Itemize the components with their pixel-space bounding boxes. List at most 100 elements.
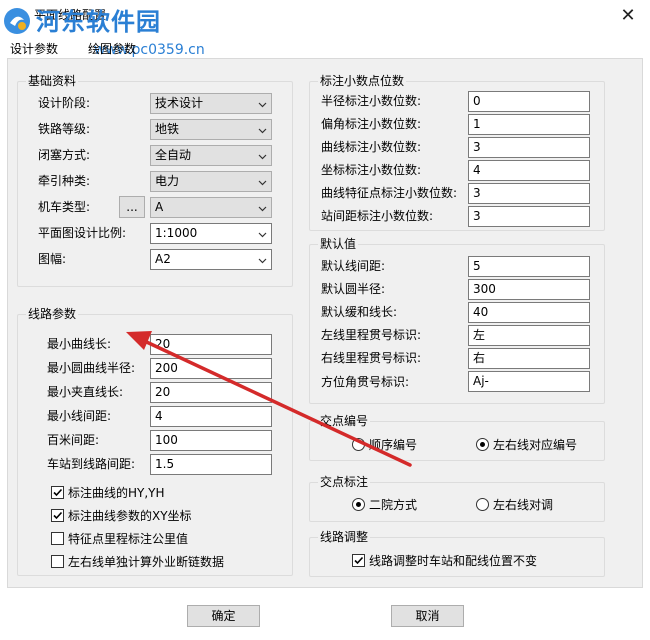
check-mark-hy-yh[interactable]: 标注曲线的HY,YH xyxy=(51,484,165,501)
checkbox-box xyxy=(51,509,64,522)
label-min-line-spacing: 最小线间距: xyxy=(47,409,112,423)
group-route-adjust: 线路调整 线路调整时车站和配线位置不变 xyxy=(309,529,605,577)
check-keep-station-positions-label: 线路调整时车站和配线位置不变 xyxy=(369,554,538,568)
locomotive-select[interactable]: A xyxy=(150,197,272,218)
feature-decimals-input[interactable]: 3 xyxy=(468,183,590,204)
label-azimuth-id: 方位角贯号标识: xyxy=(321,375,410,389)
chevron-down-icon xyxy=(258,180,267,186)
ok-button[interactable]: 确定 xyxy=(187,605,260,627)
default-spacing-input[interactable]: 5 xyxy=(468,256,590,277)
sheet-value: A2 xyxy=(155,252,171,266)
radio-left-right-paired[interactable]: 左右线对应编号 xyxy=(476,436,577,453)
radius-decimals-input[interactable]: 0 xyxy=(468,91,590,112)
design-stage-select[interactable]: 技术设计 xyxy=(150,93,272,114)
chevron-down-icon xyxy=(258,258,267,264)
radio-sequential[interactable]: 顺序编号 xyxy=(352,436,417,453)
label-traction: 牵引种类: xyxy=(38,174,91,188)
scale-value: 1:1000 xyxy=(155,226,198,240)
min-radius-input[interactable]: 200 xyxy=(150,358,272,379)
radio-swap-left-right[interactable]: 左右线对调 xyxy=(476,496,553,513)
checkbox-box xyxy=(51,532,64,545)
chevron-down-icon xyxy=(258,102,267,108)
right-mileage-id-input[interactable]: 右 xyxy=(468,348,590,369)
group-title-basic-info: 基础资料 xyxy=(26,73,79,89)
check-broken-chain-label: 左右线单独计算外业断链数据 xyxy=(68,555,225,569)
group-title-defaults: 默认值 xyxy=(318,236,359,252)
label-feature-decimals: 曲线特征点标注小数位数: xyxy=(321,186,458,200)
radio-circle xyxy=(352,438,365,451)
radio-circle xyxy=(352,498,365,511)
checkmark-icon xyxy=(53,488,63,497)
min-line-spacing-input[interactable]: 4 xyxy=(150,406,272,427)
tab-page-design: 基础资料 设计阶段: 技术设计 铁路等级: 地铁 闭塞方式: 全自动 牵引种类:… xyxy=(7,58,643,588)
label-railway-grade: 铁路等级: xyxy=(38,122,91,136)
check-mark-xy-coords-label: 标注曲线参数的XY坐标 xyxy=(68,509,192,523)
hectometer-input[interactable]: 100 xyxy=(150,430,272,451)
scale-select[interactable]: 1:1000 xyxy=(150,223,272,244)
checkmark-icon xyxy=(53,511,63,520)
traction-select[interactable]: 电力 xyxy=(150,171,272,192)
label-left-mileage-id: 左线里程贯号标识: xyxy=(321,328,422,342)
tab-strip: 设计参数 绘图参数 xyxy=(0,38,650,60)
tab-drawing-params[interactable]: 绘图参数 xyxy=(84,38,140,59)
railway-grade-select[interactable]: 地铁 xyxy=(150,119,272,140)
group-defaults: 默认值 默认线间距: 5 默认圆半径: 300 默认缓和线长: 40 左线里程贯… xyxy=(309,236,605,404)
traction-value: 电力 xyxy=(155,174,180,188)
label-min-tangent: 最小夹直线长: xyxy=(47,385,124,399)
min-curve-length-input[interactable]: 20 xyxy=(150,334,272,355)
deflection-decimals-input[interactable]: 1 xyxy=(468,114,590,135)
station-spacing-input[interactable]: 1.5 xyxy=(150,454,272,475)
curve-decimals-input[interactable]: 3 xyxy=(468,137,590,158)
group-node-numbering: 交点编号 顺序编号 左右线对应编号 xyxy=(309,413,605,461)
radio-circle xyxy=(476,438,489,451)
default-transition-input[interactable]: 40 xyxy=(468,302,590,323)
close-icon: ✕ xyxy=(620,4,636,26)
locomotive-value: A xyxy=(155,200,164,214)
group-title-node-numbering: 交点编号 xyxy=(318,413,371,429)
label-default-transition: 默认缓和线长: xyxy=(321,305,398,319)
min-tangent-input[interactable]: 20 xyxy=(150,382,272,403)
left-mileage-id-input[interactable]: 左 xyxy=(468,325,590,346)
check-broken-chain[interactable]: 左右线单独计算外业断链数据 xyxy=(51,553,224,570)
checkmark-icon xyxy=(354,556,364,565)
check-km-values[interactable]: 特征点里程标注公里值 xyxy=(51,530,188,547)
chevron-down-icon xyxy=(258,232,267,238)
label-hectometer: 百米间距: xyxy=(47,433,100,447)
label-station-spacing: 车站到线路间距: xyxy=(47,457,136,471)
group-node-labeling: 交点标注 二院方式 左右线对调 xyxy=(309,474,605,522)
label-block-mode: 闭塞方式: xyxy=(38,148,91,162)
check-mark-xy-coords[interactable]: 标注曲线参数的XY坐标 xyxy=(51,507,192,524)
label-scale: 平面图设计比例: xyxy=(38,226,127,240)
azimuth-id-input[interactable]: Aj- xyxy=(468,371,590,392)
radio-second-institute-label: 二院方式 xyxy=(369,498,418,512)
cancel-button[interactable]: 取消 xyxy=(391,605,464,627)
label-deflection-decimals: 偏角标注小数位数: xyxy=(321,117,422,131)
check-km-values-label: 特征点里程标注公里值 xyxy=(68,532,189,546)
label-station-decimals: 站间距标注小数位数: xyxy=(321,209,434,223)
railway-grade-value: 地铁 xyxy=(155,122,180,136)
group-decimals: 标注小数点位数 半径标注小数位数: 0 偏角标注小数位数: 1 曲线标注小数位数… xyxy=(309,73,605,231)
checkbox-box xyxy=(51,486,64,499)
block-mode-value: 全自动 xyxy=(155,148,192,162)
watermark-logo-icon xyxy=(4,8,30,34)
radio-swap-left-right-label: 左右线对调 xyxy=(493,498,554,512)
radio-second-institute[interactable]: 二院方式 xyxy=(352,496,417,513)
group-title-route-adjust: 线路调整 xyxy=(318,529,371,545)
label-default-radius: 默认圆半径: xyxy=(321,282,386,296)
sheet-select[interactable]: A2 xyxy=(150,249,272,270)
block-mode-select[interactable]: 全自动 xyxy=(150,145,272,166)
tab-design-params[interactable]: 设计参数 xyxy=(6,38,62,59)
default-radius-input[interactable]: 300 xyxy=(468,279,590,300)
check-keep-station-positions[interactable]: 线路调整时车站和配线位置不变 xyxy=(352,552,537,569)
chevron-down-icon xyxy=(258,206,267,212)
label-radius-decimals: 半径标注小数位数: xyxy=(321,94,422,108)
radio-left-right-paired-label: 左右线对应编号 xyxy=(493,438,578,452)
label-curve-decimals: 曲线标注小数位数: xyxy=(321,140,422,154)
check-mark-hy-yh-label: 标注曲线的HY,YH xyxy=(68,486,165,500)
group-title-node-labeling: 交点标注 xyxy=(318,474,371,490)
station-decimals-input[interactable]: 3 xyxy=(468,206,590,227)
design-stage-value: 技术设计 xyxy=(155,96,204,110)
close-button[interactable]: ✕ xyxy=(606,0,650,30)
coord-decimals-input[interactable]: 4 xyxy=(468,160,590,181)
locomotive-browse-button[interactable]: ... xyxy=(119,196,145,218)
